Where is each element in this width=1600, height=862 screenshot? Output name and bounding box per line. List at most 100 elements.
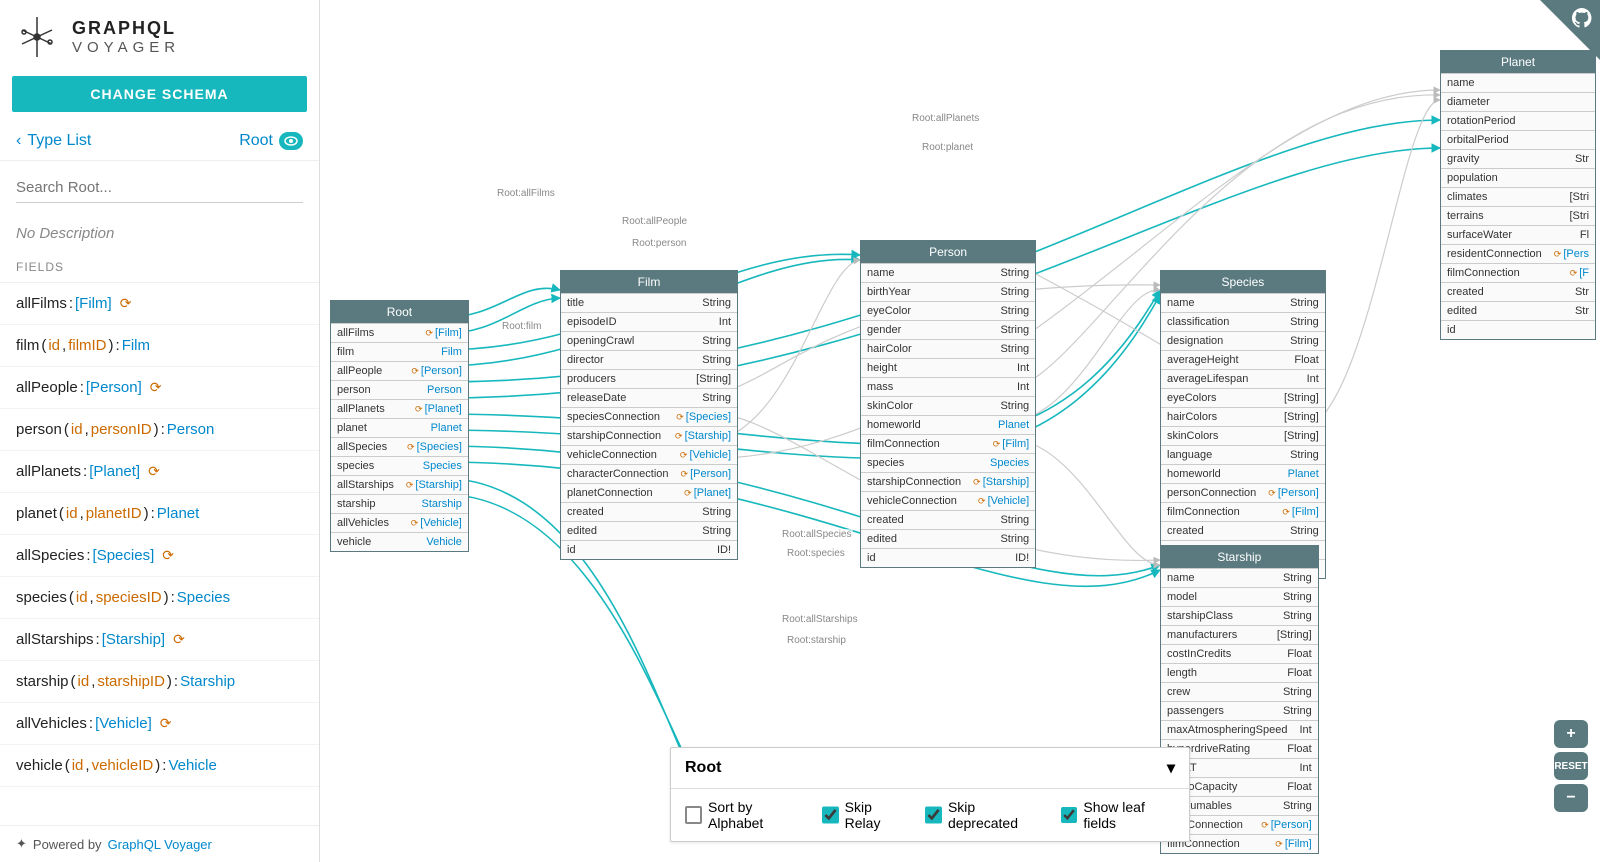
type-field-row[interactable]: personPerson: [331, 380, 468, 399]
type-field-row[interactable]: id: [1441, 320, 1595, 339]
type-field-row[interactable]: homeworldPlanet: [1161, 464, 1325, 483]
type-field-row[interactable]: createdString: [561, 502, 737, 521]
checkbox[interactable]: [685, 806, 702, 824]
type-field-row[interactable]: classificationString: [1161, 312, 1325, 331]
type-field-row[interactable]: starshipConnection⟳[Starship]: [861, 472, 1035, 491]
type-field-row[interactable]: idID!: [561, 540, 737, 559]
type-field-row[interactable]: filmConnection⟳[F: [1441, 263, 1595, 282]
type-field-row[interactable]: characterConnection⟳[Person]: [561, 464, 737, 483]
zoom-out-button[interactable]: −: [1554, 784, 1588, 812]
type-field-row[interactable]: planetPlanet: [331, 418, 468, 437]
zoom-in-button[interactable]: +: [1554, 720, 1588, 748]
type-field-row[interactable]: surfaceWaterFl: [1441, 225, 1595, 244]
type-box-person[interactable]: PersonnameStringbirthYearStringeyeColorS…: [860, 240, 1036, 568]
type-field-row[interactable]: idID!: [861, 548, 1035, 567]
field-row[interactable]: allPlanets: [Planet]⟳: [0, 451, 319, 493]
type-box-planet[interactable]: PlanetnamediameterrotationPeriodorbitalP…: [1440, 50, 1596, 340]
option-skip-relay[interactable]: Skip Relay: [822, 799, 907, 831]
checkbox[interactable]: [1061, 806, 1078, 824]
type-field-row[interactable]: titleString: [561, 293, 737, 312]
type-field-row[interactable]: skinColors[String]: [1161, 426, 1325, 445]
type-field-row[interactable]: eyeColors[String]: [1161, 388, 1325, 407]
type-field-row[interactable]: filmConnection⟳[Film]: [861, 434, 1035, 453]
type-field-row[interactable]: hairColorString: [861, 339, 1035, 358]
field-row[interactable]: person( id, personID ): Person: [0, 409, 319, 451]
search-input[interactable]: [16, 173, 303, 203]
type-field-row[interactable]: massInt: [861, 377, 1035, 396]
type-field-row[interactable]: editedString: [561, 521, 737, 540]
field-row[interactable]: vehicle( id, vehicleID ): Vehicle: [0, 745, 319, 787]
type-field-row[interactable]: diameter: [1441, 92, 1595, 111]
type-field-row[interactable]: passengersString: [1161, 701, 1318, 720]
type-field-row[interactable]: crewString: [1161, 682, 1318, 701]
current-type[interactable]: Root: [239, 132, 303, 150]
type-field-row[interactable]: allPeople⟳[Person]: [331, 361, 468, 380]
type-field-row[interactable]: eyeColorString: [861, 301, 1035, 320]
option-show-leaf-fields[interactable]: Show leaf fields: [1061, 799, 1175, 831]
type-field-row[interactable]: openingCrawlString: [561, 331, 737, 350]
type-field-row[interactable]: hairColors[String]: [1161, 407, 1325, 426]
type-field-row[interactable]: directorString: [561, 350, 737, 369]
type-field-row[interactable]: speciesSpecies: [331, 456, 468, 475]
type-field-row[interactable]: filmConnection⟳[Film]: [1161, 502, 1325, 521]
option-skip-deprecated[interactable]: Skip deprecated: [925, 799, 1042, 831]
type-field-row[interactable]: orbitalPeriod: [1441, 130, 1595, 149]
type-box-root[interactable]: RootallFilms⟳[Film]filmFilmallPeople⟳[Pe…: [330, 300, 469, 552]
type-field-row[interactable]: filmFilm: [331, 342, 468, 361]
type-field-row[interactable]: allFilms⟳[Film]: [331, 323, 468, 342]
option-sort-by-alphabet[interactable]: Sort by Alphabet: [685, 799, 804, 831]
type-field-row[interactable]: homeworldPlanet: [861, 415, 1035, 434]
type-field-row[interactable]: name: [1441, 73, 1595, 92]
graph-canvas[interactable]: RootallFilms⟳[Film]filmFilmallPeople⟳[Pe…: [320, 0, 1600, 862]
type-field-row[interactable]: planetConnection⟳[Planet]: [561, 483, 737, 502]
type-field-row[interactable]: createdString: [861, 510, 1035, 529]
type-field-row[interactable]: genderString: [861, 320, 1035, 339]
type-field-row[interactable]: speciesSpecies: [861, 453, 1035, 472]
checkbox[interactable]: [822, 806, 839, 824]
type-field-row[interactable]: manufacturers[String]: [1161, 625, 1318, 644]
type-field-row[interactable]: vehicleConnection⟳[Vehicle]: [561, 445, 737, 464]
type-field-row[interactable]: editedStr: [1441, 301, 1595, 320]
type-field-row[interactable]: createdString: [1161, 521, 1325, 540]
field-row[interactable]: allFilms: [Film]⟳: [0, 283, 319, 325]
type-field-row[interactable]: starshipClassString: [1161, 606, 1318, 625]
type-field-row[interactable]: maxAtmospheringSpeedInt: [1161, 720, 1318, 739]
field-row[interactable]: species( id, speciesID ): Species: [0, 577, 319, 619]
type-field-row[interactable]: episodeIDInt: [561, 312, 737, 331]
field-row[interactable]: allStarships: [Starship]⟳: [0, 619, 319, 661]
type-field-row[interactable]: designationString: [1161, 331, 1325, 350]
change-schema-button[interactable]: CHANGE SCHEMA: [12, 76, 307, 112]
type-box-film[interactable]: FilmtitleStringepisodeIDIntopeningCrawlS…: [560, 270, 738, 560]
type-field-row[interactable]: modelString: [1161, 587, 1318, 606]
type-field-row[interactable]: starshipStarship: [331, 494, 468, 513]
type-field-row[interactable]: personConnection⟳[Person]: [1161, 483, 1325, 502]
type-field-row[interactable]: speciesConnection⟳[Species]: [561, 407, 737, 426]
bottom-panel-header[interactable]: Root ▾: [671, 748, 1189, 789]
type-field-row[interactable]: allPlanets⟳[Planet]: [331, 399, 468, 418]
type-field-row[interactable]: vehicleVehicle: [331, 532, 468, 551]
type-field-row[interactable]: averageLifespanInt: [1161, 369, 1325, 388]
type-field-row[interactable]: vehicleConnection⟳[Vehicle]: [861, 491, 1035, 510]
type-field-row[interactable]: costInCreditsFloat: [1161, 644, 1318, 663]
type-field-row[interactable]: terrains[Stri: [1441, 206, 1595, 225]
type-field-row[interactable]: birthYearString: [861, 282, 1035, 301]
type-field-row[interactable]: heightInt: [861, 358, 1035, 377]
type-field-row[interactable]: producers[String]: [561, 369, 737, 388]
type-field-row[interactable]: starshipConnection⟳[Starship]: [561, 426, 737, 445]
github-icon[interactable]: [1570, 6, 1594, 36]
type-box-species[interactable]: SpeciesnameStringclassificationStringdes…: [1160, 270, 1326, 579]
type-field-row[interactable]: allStarships⟳[Starship]: [331, 475, 468, 494]
type-field-row[interactable]: skinColorString: [861, 396, 1035, 415]
field-row[interactable]: planet( id, planetID ): Planet: [0, 493, 319, 535]
type-field-row[interactable]: nameString: [861, 263, 1035, 282]
zoom-reset-button[interactable]: RESET: [1554, 752, 1588, 780]
field-row[interactable]: starship( id, starshipID ): Starship: [0, 661, 319, 703]
type-field-row[interactable]: allSpecies⟳[Species]: [331, 437, 468, 456]
field-row[interactable]: allVehicles: [Vehicle]⟳: [0, 703, 319, 745]
checkbox[interactable]: [925, 806, 942, 824]
type-list-link[interactable]: ‹ Type List: [16, 132, 91, 150]
type-field-row[interactable]: residentConnection⟳[Pers: [1441, 244, 1595, 263]
field-row[interactable]: film( id, filmID ): Film: [0, 325, 319, 367]
type-field-row[interactable]: nameString: [1161, 568, 1318, 587]
type-field-row[interactable]: editedString: [861, 529, 1035, 548]
